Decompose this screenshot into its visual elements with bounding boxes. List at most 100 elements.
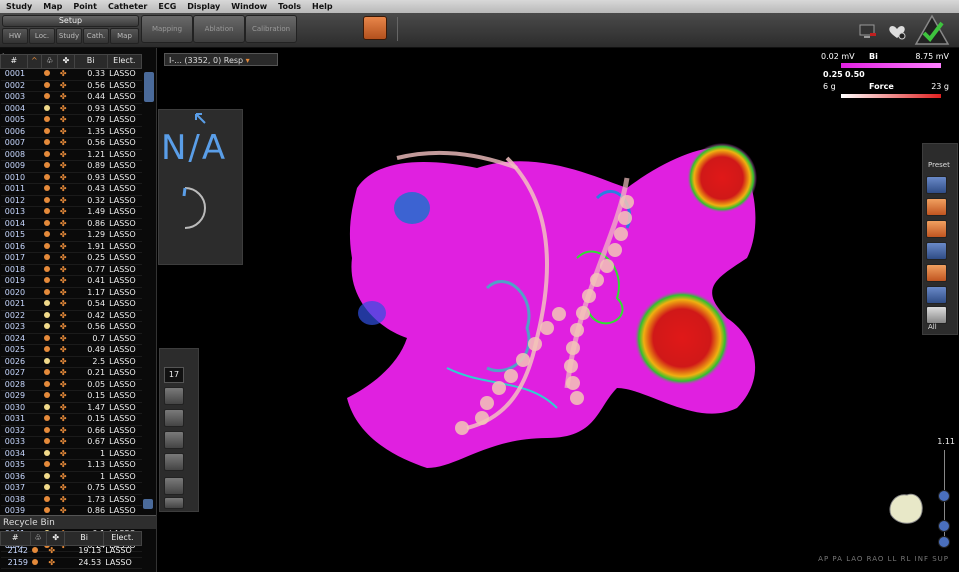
menu-map[interactable]: Map: [37, 0, 67, 13]
table-row[interactable]: 0013 ✤ 1.49 LASSO: [0, 206, 142, 219]
table-row[interactable]: 0024 ✤ 0.7 LASSO: [0, 333, 142, 345]
table-row[interactable]: 0022 ✤ 0.42 LASSO: [0, 310, 142, 322]
preset-button-6[interactable]: [926, 286, 947, 304]
table-row[interactable]: 0025 ✤ 0.49 LASSO: [0, 344, 142, 357]
table-row[interactable]: 0021 ✤ 0.54 LASSO: [0, 298, 142, 311]
snapshot-button[interactable]: [363, 16, 387, 40]
tool-misc-button[interactable]: [164, 497, 184, 509]
menu-catheter[interactable]: Catheter: [102, 0, 152, 13]
panel-scroll-handle[interactable]: [144, 72, 154, 102]
point-tag-icon: ✤: [57, 275, 75, 288]
preset-button-3[interactable]: [926, 220, 947, 238]
zoom-in-button[interactable]: [938, 520, 950, 532]
col-header-elect[interactable]: Elect.: [106, 54, 143, 69]
loc-button[interactable]: Loc.: [29, 28, 55, 44]
table-row[interactable]: 0027 ✤ 0.21 LASSO: [0, 367, 142, 380]
preset-button-5[interactable]: [926, 264, 947, 282]
table-row[interactable]: 0030 ✤ 1.47 LASSO: [0, 402, 142, 414]
setup-button[interactable]: Setup: [2, 15, 139, 27]
list-item[interactable]: 2142 ✤ 19.13 LASSO: [0, 545, 142, 558]
table-row[interactable]: 0007 ✤ 0.56 LASSO: [0, 137, 142, 150]
table-row[interactable]: 0016 ✤ 1.91 LASSO: [0, 241, 142, 253]
table-row[interactable]: 0004 ✤ 0.93 LASSO: [0, 103, 142, 115]
heart-orientation-icon[interactable]: [883, 485, 929, 529]
table-row[interactable]: 0034 ✤ 1 LASSO: [0, 448, 142, 460]
monitor-icon[interactable]: [858, 23, 878, 41]
table-row[interactable]: 0028 ✤ 0.05 LASSO: [0, 379, 142, 391]
table-row[interactable]: 0005 ✤ 0.79 LASSO: [0, 114, 142, 127]
preset-button-1[interactable]: [926, 176, 947, 194]
heart-icon[interactable]: [886, 23, 908, 41]
table-row[interactable]: 0017 ✤ 0.25 LASSO: [0, 252, 142, 265]
table-row[interactable]: 0020 ✤ 1.17 LASSO: [0, 287, 142, 299]
menu-study[interactable]: Study: [0, 0, 37, 13]
menu-window[interactable]: Window: [225, 0, 272, 13]
rb-col-number[interactable]: #: [0, 531, 31, 546]
table-row[interactable]: 0009 ✤ 0.89 LASSO: [0, 160, 142, 173]
table-row[interactable]: 0012 ✤ 0.32 LASSO: [0, 195, 142, 207]
menu-ecg[interactable]: ECG: [152, 0, 181, 13]
tool-marker-button[interactable]: [164, 409, 184, 427]
menu-tools[interactable]: Tools: [272, 0, 306, 13]
view-buttons[interactable]: AP PA LAO RAO LL RL INF SUP: [818, 555, 949, 563]
cath-button[interactable]: Cath.: [83, 28, 109, 44]
table-row[interactable]: 0015 ✤ 1.29 LASSO: [0, 229, 142, 242]
table-row[interactable]: 0038 ✤ 1.73 LASSO: [0, 494, 142, 506]
map-button[interactable]: Map: [110, 28, 139, 44]
table-row[interactable]: 0001 ✤ 0.33 LASSO: [0, 68, 142, 81]
col-header-lungs-icon[interactable]: ♧: [41, 54, 59, 69]
table-row[interactable]: 0029 ✤ 0.15 LASSO: [0, 390, 142, 403]
table-row[interactable]: 0018 ✤ 0.77 LASSO: [0, 264, 142, 276]
all-label[interactable]: All: [928, 323, 937, 331]
preset-button-7[interactable]: [926, 306, 947, 324]
table-row[interactable]: 0019 ✤ 0.41 LASSO: [0, 275, 142, 288]
col-header-number[interactable]: #: [0, 54, 28, 69]
table-row[interactable]: 0037 ✤ 0.75 LASSO: [0, 482, 142, 495]
rb-col-bi[interactable]: Bi: [64, 531, 104, 546]
col-header-sort[interactable]: ^: [26, 54, 43, 69]
table-row[interactable]: 0006 ✤ 1.35 LASSO: [0, 126, 142, 138]
table-row[interactable]: 0036 ✤ 1 LASSO: [0, 471, 142, 483]
table-row[interactable]: 0035 ✤ 1.13 LASSO: [0, 459, 142, 472]
table-row[interactable]: 0026 ✤ 2.5 LASSO: [0, 356, 142, 368]
tool-point-button[interactable]: [164, 453, 184, 471]
electroanatomic-map[interactable]: [337, 138, 767, 488]
calibration-button[interactable]: Calibration: [245, 15, 297, 43]
table-row[interactable]: 0031 ✤ 0.15 LASSO: [0, 413, 142, 426]
zoom-slider-handle[interactable]: [938, 490, 950, 502]
menu-help[interactable]: Help: [306, 0, 338, 13]
table-row[interactable]: 0032 ✤ 0.66 LASSO: [0, 425, 142, 437]
ablation-button[interactable]: Ablation: [193, 15, 245, 43]
rb-col-tag-icon[interactable]: ✤: [45, 531, 66, 546]
table-row[interactable]: 0014 ✤ 0.86 LASSO: [0, 218, 142, 230]
table-row[interactable]: 0011 ✤ 0.43 LASSO: [0, 183, 142, 196]
tool-number-field[interactable]: 17: [164, 367, 184, 383]
tool-shape-button[interactable]: [164, 431, 184, 449]
table-row[interactable]: 0010 ✤ 0.93 LASSO: [0, 172, 142, 184]
col-header-tag-icon[interactable]: ✤: [57, 54, 75, 69]
study-button[interactable]: Study: [56, 28, 82, 44]
table-row[interactable]: 0033 ✤ 0.67 LASSO: [0, 436, 142, 449]
scroll-down-icon[interactable]: [143, 499, 153, 509]
tool-grid-button[interactable]: [164, 387, 184, 405]
map-selector[interactable]: I-... (3352, 0) Resp ▾: [164, 53, 278, 66]
tool-layer-button[interactable]: [164, 477, 184, 495]
table-row[interactable]: 0002 ✤ 0.56 LASSO: [0, 80, 142, 92]
table-row[interactable]: 0003 ✤ 0.44 LASSO: [0, 91, 142, 104]
zoom-out-button[interactable]: [938, 536, 950, 548]
preset-button-2[interactable]: [926, 198, 947, 216]
list-item[interactable]: 2159 ✤ 24.53 LASSO: [0, 557, 142, 569]
rb-col-lungs-icon[interactable]: ♧: [29, 531, 47, 546]
menu-point[interactable]: Point: [67, 0, 102, 13]
table-row[interactable]: 0023 ✤ 0.56 LASSO: [0, 321, 142, 334]
bi-color-bar[interactable]: [841, 63, 941, 68]
menu-display[interactable]: Display: [181, 0, 225, 13]
table-row[interactable]: 0008 ✤ 1.21 LASSO: [0, 149, 142, 161]
col-header-bi[interactable]: Bi: [73, 54, 108, 69]
mapping-button[interactable]: Mapping: [141, 15, 193, 43]
preset-button-4[interactable]: [926, 242, 947, 260]
force-color-bar[interactable]: [841, 94, 941, 98]
map-viewport[interactable]: I-... (3352, 0) Resp ▾ N/A 0.02 mV Bi 8.…: [157, 48, 959, 572]
rb-col-elect[interactable]: Elect.: [102, 531, 143, 546]
hw-button[interactable]: HW: [2, 28, 28, 44]
